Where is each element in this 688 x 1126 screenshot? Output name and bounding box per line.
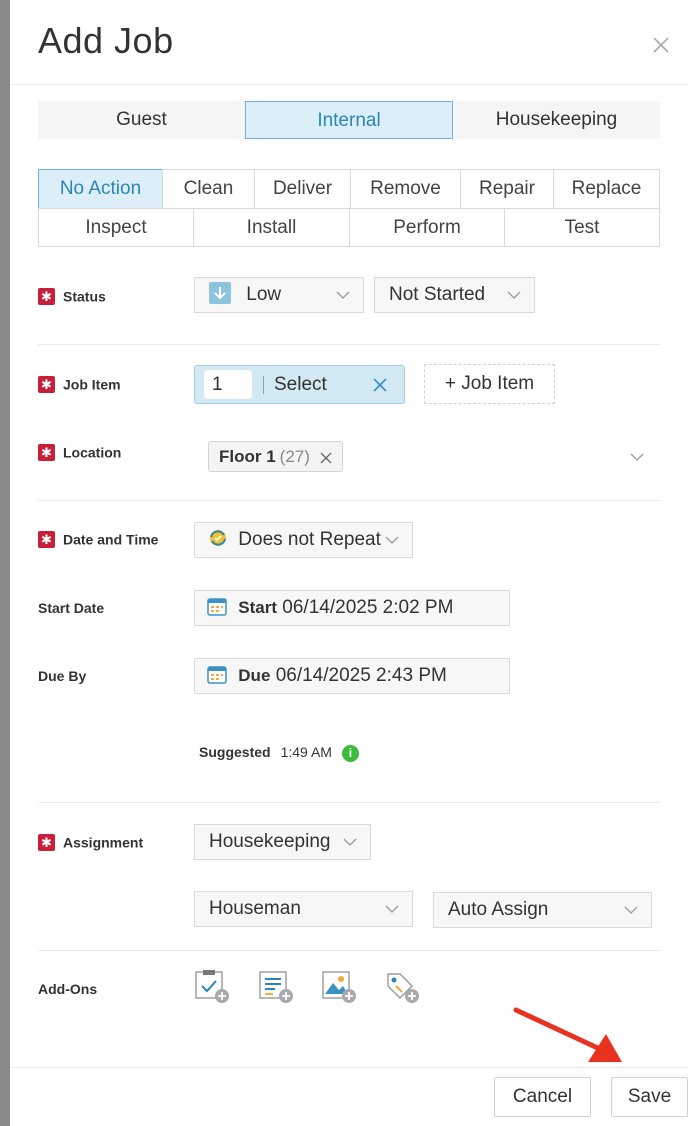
priority-value: Low bbox=[246, 284, 282, 306]
header-divider bbox=[10, 84, 688, 85]
suggested-value: 1:49 AM bbox=[280, 744, 332, 760]
action-replace[interactable]: Replace bbox=[553, 169, 660, 209]
action-test[interactable]: Test bbox=[504, 208, 660, 247]
due-date-field[interactable]: Due 06/14/2025 2:43 PM bbox=[194, 658, 510, 694]
status-label: ✱ Status bbox=[38, 287, 106, 305]
required-icon: ✱ bbox=[38, 530, 55, 548]
start-date-label: Start Date bbox=[38, 600, 105, 616]
separator bbox=[263, 376, 264, 394]
start-prefix: Start bbox=[238, 598, 278, 618]
cancel-button[interactable]: Cancel bbox=[494, 1077, 591, 1117]
action-remove[interactable]: Remove bbox=[350, 169, 461, 209]
action-perform[interactable]: Perform bbox=[349, 208, 505, 247]
role-value: Houseman bbox=[209, 898, 301, 919]
job-item-select[interactable]: 1 Select bbox=[194, 365, 405, 404]
role-select[interactable]: Houseman bbox=[194, 891, 413, 927]
start-value: 06/14/2025 2:02 PM bbox=[282, 597, 454, 619]
due-value: 06/14/2025 2:43 PM bbox=[275, 665, 447, 687]
tab-guest[interactable]: Guest bbox=[38, 101, 245, 139]
action-inspect[interactable]: Inspect bbox=[38, 208, 194, 247]
location-label: ✱ Location bbox=[38, 443, 121, 461]
category-tabs: Guest Internal Housekeeping bbox=[38, 101, 660, 139]
chevron-down-icon bbox=[385, 536, 399, 544]
department-select[interactable]: Housekeeping bbox=[194, 824, 371, 860]
location-chip-name: Floor 1 bbox=[219, 447, 276, 466]
annotation-arrow-icon bbox=[513, 1007, 622, 1062]
action-repair[interactable]: Repair bbox=[460, 169, 554, 209]
tab-housekeeping[interactable]: Housekeeping bbox=[453, 101, 660, 139]
required-icon: ✱ bbox=[38, 287, 55, 305]
suggested-duration: Suggested 1:49 AM i bbox=[199, 744, 359, 762]
action-no-action[interactable]: No Action bbox=[38, 169, 163, 209]
assign-mode-value: Auto Assign bbox=[448, 899, 549, 920]
calendar-icon bbox=[207, 659, 227, 693]
due-prefix: Due bbox=[238, 666, 271, 686]
divider bbox=[38, 802, 660, 803]
tab-internal[interactable]: Internal bbox=[245, 101, 453, 139]
chevron-down-icon bbox=[507, 291, 521, 299]
start-date-field[interactable]: Start 06/14/2025 2:02 PM bbox=[194, 590, 510, 626]
close-icon[interactable] bbox=[650, 34, 672, 56]
clear-icon[interactable] bbox=[371, 376, 389, 394]
quantity-input[interactable]: 1 bbox=[204, 370, 252, 399]
required-icon: ✱ bbox=[38, 375, 55, 393]
info-icon[interactable]: i bbox=[341, 744, 359, 762]
state-value: Not Started bbox=[389, 284, 486, 305]
arrow-down-icon bbox=[209, 278, 231, 312]
required-icon: ✱ bbox=[38, 443, 55, 461]
location-chip-count: (27) bbox=[279, 447, 310, 466]
department-value: Housekeeping bbox=[209, 831, 331, 852]
chevron-down-icon bbox=[336, 291, 350, 299]
suggested-label: Suggested bbox=[199, 744, 271, 760]
chevron-down-icon bbox=[343, 838, 357, 846]
job-item-label: ✱ Job Item bbox=[38, 375, 121, 393]
chevron-down-icon bbox=[624, 906, 638, 914]
divider bbox=[38, 500, 660, 501]
date-time-label: ✱ Date and Time bbox=[38, 530, 158, 548]
state-select[interactable]: Not Started bbox=[374, 277, 535, 313]
add-job-item-button[interactable]: + Job Item bbox=[424, 364, 555, 404]
add-job-modal: Add Job Guest Internal Housekeeping No A… bbox=[10, 0, 688, 1126]
add-image-icon[interactable] bbox=[321, 970, 357, 1004]
location-chip: Floor 1 (27) bbox=[208, 441, 343, 472]
repeat-value: Does not Repeat bbox=[238, 529, 381, 551]
remove-chip-icon[interactable] bbox=[320, 452, 332, 464]
repeat-icon bbox=[207, 523, 229, 557]
chevron-down-icon bbox=[385, 905, 399, 913]
modal-title: Add Job bbox=[38, 20, 174, 61]
calendar-icon bbox=[207, 591, 227, 625]
add-checklist-icon[interactable] bbox=[194, 970, 230, 1004]
priority-select[interactable]: Low bbox=[194, 277, 364, 313]
add-tag-icon[interactable] bbox=[384, 970, 420, 1004]
add-ons-label: Add-Ons bbox=[38, 981, 98, 997]
repeat-select[interactable]: Does not Repeat bbox=[194, 522, 413, 558]
assign-mode-select[interactable]: Auto Assign bbox=[433, 892, 652, 928]
action-deliver[interactable]: Deliver bbox=[254, 169, 351, 209]
action-install[interactable]: Install bbox=[193, 208, 350, 247]
action-clean[interactable]: Clean bbox=[162, 169, 255, 209]
location-dropdown-icon[interactable] bbox=[629, 449, 645, 465]
save-button[interactable]: Save bbox=[611, 1077, 688, 1117]
action-grid: No Action Clean Deliver Remove Repair Re… bbox=[38, 169, 660, 247]
assignment-label: ✱ Assignment bbox=[38, 833, 143, 851]
divider bbox=[38, 950, 660, 951]
due-by-label: Due By bbox=[38, 668, 87, 684]
job-item-select-text: Select bbox=[274, 374, 327, 395]
divider bbox=[38, 344, 660, 345]
add-notes-icon[interactable] bbox=[258, 970, 294, 1004]
required-icon: ✱ bbox=[38, 833, 55, 851]
